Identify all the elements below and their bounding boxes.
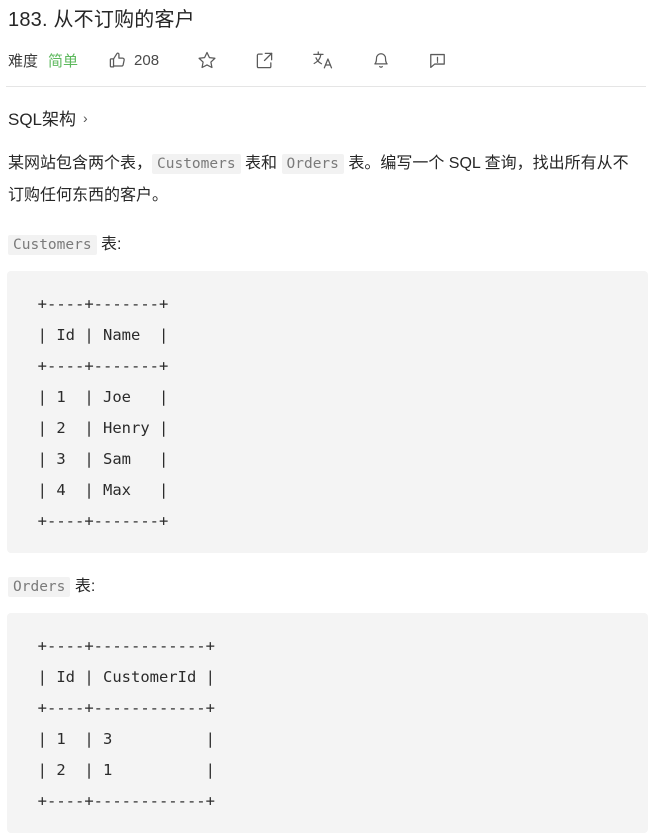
description-lead: 某网站包含两个表，	[8, 155, 153, 172]
chevron-right-icon: ›	[83, 109, 88, 126]
problem-toolbar: 难度 简单 208	[0, 34, 652, 76]
inline-code-customers: Customers	[152, 154, 241, 174]
problem-description: 某网站包含两个表， Customers 表和 Orders 表。编写一个 SQL …	[0, 130, 648, 211]
inline-code-customers-caption: Customers	[8, 235, 97, 255]
share-button[interactable]	[255, 51, 274, 70]
customers-table-block: +----+-------+ | Id | Name | +----+-----…	[7, 271, 648, 553]
favorite-button[interactable]	[197, 50, 217, 70]
page-title: 183. 从不订购的客户	[8, 9, 195, 31]
like-button[interactable]: 208	[108, 51, 159, 70]
share-icon	[255, 51, 274, 70]
problem-page: 183. 从不订购的客户 难度 简单 208 SQL架构 › 某网站包含两个表，…	[0, 0, 652, 839]
star-icon	[197, 50, 217, 70]
customers-caption-suffix: 表:	[96, 236, 122, 253]
inline-code-orders-caption: Orders	[8, 577, 71, 597]
translate-button[interactable]	[312, 50, 334, 70]
subscribe-button[interactable]	[372, 51, 390, 70]
translate-icon	[312, 50, 334, 70]
schema-row: SQL架构 ›	[0, 87, 652, 130]
report-button[interactable]	[428, 51, 447, 70]
difficulty-label: 难度	[8, 52, 39, 70]
orders-table-caption: Orders 表:	[0, 553, 652, 601]
difficulty-value: 简单	[48, 52, 79, 70]
inline-code-orders: Orders	[281, 154, 344, 174]
description-mid: 表和	[240, 155, 282, 172]
report-icon	[428, 51, 447, 70]
orders-table-block: +----+------------+ | Id | CustomerId | …	[7, 613, 648, 833]
sql-schema-link[interactable]: SQL架构 ›	[0, 87, 96, 130]
orders-caption-suffix: 表:	[70, 578, 96, 595]
like-count: 208	[134, 51, 160, 69]
sql-schema-label: SQL架构	[8, 110, 77, 129]
bell-icon	[372, 51, 390, 70]
thumbs-up-icon	[108, 51, 127, 70]
customers-table-caption: Customers 表:	[0, 211, 652, 259]
